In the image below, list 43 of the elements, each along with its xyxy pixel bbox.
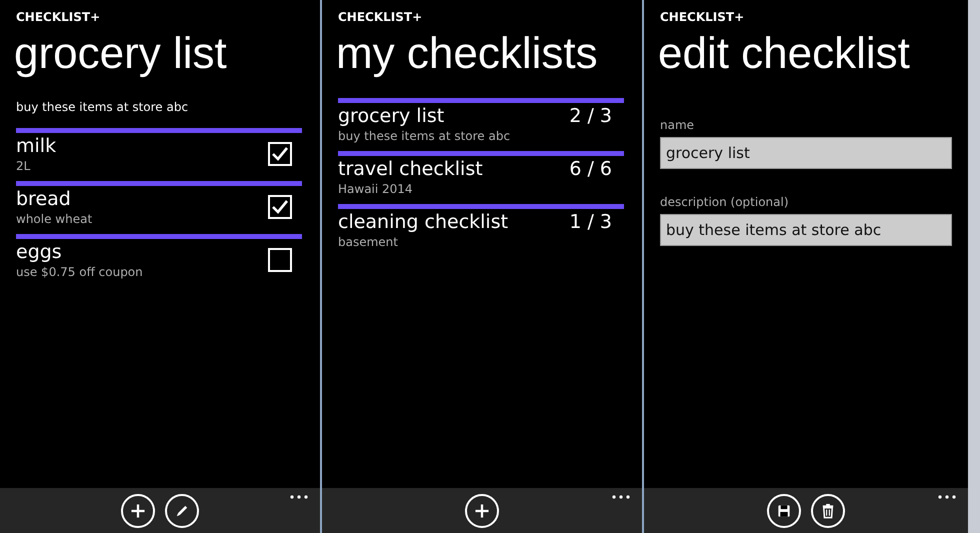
app-name: CHECKLIST+ [660,10,746,24]
page-title: edit checklist [658,30,911,78]
checkbox[interactable] [268,142,292,166]
progress-count: 6 / 6 [569,158,613,180]
checkbox[interactable] [268,248,292,272]
more-icon[interactable] [938,495,956,499]
list-description: buy these items at store abc [16,100,190,114]
progress-count: 1 / 3 [569,211,613,234]
app-name: CHECKLIST+ [16,10,102,24]
checklist-description: buy these items at store abc [338,129,510,144]
checklist-item[interactable]: milk 2L [16,128,302,182]
page-title: my checklists [336,30,599,78]
field-label: description (optional) [660,195,790,210]
checklist-name: grocery list [338,105,446,128]
checklist-name: travel checklist [338,158,483,180]
item-name: eggs [16,241,63,264]
delete-button[interactable] [811,494,845,528]
field-label: name [660,118,696,132]
checklist-entry[interactable]: travel checklist Hawaii 2014 6 / 6 [338,151,624,204]
app-name: CHECKLIST+ [338,10,424,24]
page-title: grocery list [14,30,228,78]
checklist-item[interactable]: eggs use $0.75 off coupon [16,234,302,288]
item-note: 2L [16,159,32,174]
item-note: whole wheat [16,212,92,226]
progress-count: 2 / 3 [569,105,613,128]
checklist-name: cleaning checklist [338,211,508,234]
more-icon[interactable] [290,495,308,499]
input-field[interactable]: grocery list [660,137,952,170]
input-field[interactable]: buy these items at store abc [660,214,952,246]
save-button[interactable] [767,494,801,528]
add-button[interactable] [465,494,499,528]
more-icon[interactable] [612,495,630,499]
item-note: use $0.75 off coupon [16,265,143,280]
checklist-description: Hawaii 2014 [338,182,414,196]
checklist-description: basement [338,235,399,250]
edit-button[interactable] [165,494,199,528]
checklist-entry[interactable]: grocery list buy these items at store abc 2 / 3 [338,98,624,152]
checkbox[interactable] [268,195,292,220]
checklist-item[interactable]: bread whole wheat [16,181,302,234]
add-button[interactable] [121,494,155,528]
item-name: milk [16,135,56,158]
item-name: bread [16,188,72,210]
checklist-entry[interactable]: cleaning checklist basement 1 / 3 [338,204,624,258]
